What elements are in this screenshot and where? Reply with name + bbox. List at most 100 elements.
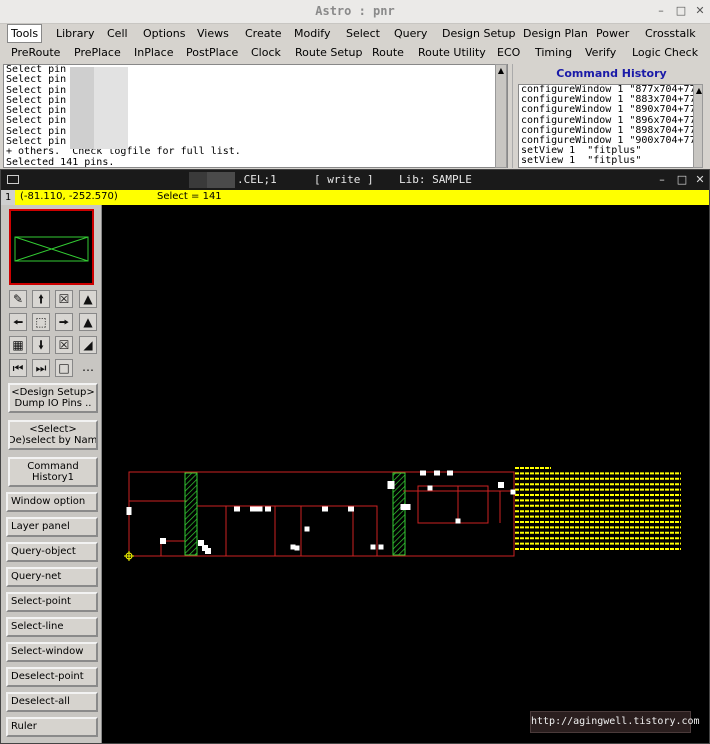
deselect-all-button[interactable]: Deselect-all <box>6 692 98 712</box>
watermark-url: http://agingwell.tistory.com <box>530 711 700 733</box>
window-menu-icon[interactable] <box>7 175 19 184</box>
menu-clock[interactable]: Clock <box>251 43 281 62</box>
pin-marker <box>322 506 328 512</box>
menu-eco[interactable]: ECO <box>497 43 520 62</box>
button-line: (De)select by Name <box>8 435 98 446</box>
select-by-name-button[interactable]: <Select> (De)select by Name <box>8 420 98 450</box>
window-title: Astro : pnr <box>315 4 395 18</box>
design-setup-dump-io-button[interactable]: <Design Setup> Dump IO Pins .. <box>8 383 98 413</box>
arrow-left-icon[interactable]: 🠘 <box>9 313 27 331</box>
zoom-fit-icon[interactable]: ☒ <box>55 290 73 308</box>
minimize-icon[interactable]: – <box>654 4 668 18</box>
select-point-button[interactable]: Select-point <box>6 592 98 612</box>
menu-route-setup[interactable]: Route Setup <box>295 43 362 62</box>
pin-marker <box>198 540 204 546</box>
pin-marker <box>250 506 256 512</box>
menu-modify[interactable]: Modify <box>294 24 330 43</box>
library-name: Lib: SAMPLE <box>399 173 472 186</box>
log-scrollbar[interactable]: ▲ <box>495 64 507 168</box>
slope-icon[interactable]: ◢ <box>79 336 97 354</box>
command-history-title: Command History <box>556 67 667 80</box>
pin-marker <box>234 506 240 512</box>
pin-marker <box>304 526 310 532</box>
pin-marker <box>290 544 296 550</box>
redacted-area <box>94 67 128 149</box>
zoom-area-icon[interactable]: ▦ <box>9 336 27 354</box>
pin-marker <box>348 506 354 512</box>
menu-design-plan[interactable]: Design Plan <box>523 24 588 43</box>
select-window-button[interactable]: Select-window <box>6 642 98 662</box>
pin-marker <box>498 482 504 488</box>
ruler-button[interactable]: Ruler <box>6 717 98 737</box>
menu-views[interactable]: Views <box>197 24 229 43</box>
history-scrollbar[interactable]: ▲ <box>693 84 703 168</box>
overview-minimap[interactable] <box>9 209 94 285</box>
pin-marker <box>160 538 166 544</box>
minimize-icon[interactable]: – <box>655 173 669 187</box>
menu-crosstalk[interactable]: Crosstalk <box>645 24 696 43</box>
command-history-button[interactable]: Command History1 <box>8 457 98 487</box>
history-line[interactable]: setView 1 "fitplus" <box>519 156 702 166</box>
select-box-icon[interactable]: ⬚ <box>32 313 50 331</box>
window-number: 1 <box>1 190 15 205</box>
maximize-icon[interactable]: □ <box>675 173 689 187</box>
arrow-down-icon[interactable]: 🠛 <box>32 336 50 354</box>
tool-panel: ✎ 🠙 ☒ ▲ 🠘 ⬚ 🠚 ▲ ▦ 🠛 ☒ ◢ ⏮ ⏭ □ … <Design … <box>1 205 102 743</box>
menu-library[interactable]: Library <box>56 24 94 43</box>
menu-preplace[interactable]: PrePlace <box>74 43 121 62</box>
menu-options[interactable]: Options <box>143 24 185 43</box>
menu-design-setup[interactable]: Design Setup <box>442 24 516 43</box>
menu-cell[interactable]: Cell <box>107 24 128 43</box>
zoom-in-icon[interactable]: ▲ <box>79 290 97 308</box>
window-option-button[interactable]: Window option <box>6 492 98 512</box>
menu-route[interactable]: Route <box>372 43 404 62</box>
pin-marker <box>370 544 376 550</box>
edit-icon[interactable]: ✎ <box>9 290 27 308</box>
layout-canvas[interactable]: http://agingwell.tistory.com <box>103 205 709 743</box>
pin-marker <box>378 544 384 550</box>
minimap-drawing <box>14 236 89 262</box>
pin-marker <box>126 507 132 515</box>
selection-count: Select = 141 <box>157 191 222 202</box>
maximize-icon[interactable]: □ <box>674 4 688 18</box>
menu-tools[interactable]: Tools <box>7 24 43 43</box>
rewind-icon[interactable]: ⏮ <box>9 359 27 377</box>
pin-marker <box>420 470 426 476</box>
layers-icon[interactable]: ▲ <box>79 313 97 331</box>
menu-preroute[interactable]: PreRoute <box>11 43 60 62</box>
close-icon[interactable]: ✕ <box>693 4 707 18</box>
scroll-up-icon[interactable]: ▲ <box>497 67 505 75</box>
select-line-button[interactable]: Select-line <box>6 617 98 637</box>
scroll-up-icon[interactable]: ▲ <box>695 87 703 95</box>
button-line: Dump IO Pins .. <box>14 398 92 409</box>
button-line: <Select> <box>29 424 77 435</box>
fast-forward-icon[interactable]: ⏭ <box>32 359 50 377</box>
close-icon[interactable]: ✕ <box>693 173 707 187</box>
command-history-list[interactable]: configureWindow 1 "877x704+776 configure… <box>518 84 703 168</box>
menu-query[interactable]: Query <box>394 24 427 43</box>
query-object-button[interactable]: Query-object <box>6 542 98 562</box>
window-icon[interactable]: □ <box>55 359 73 377</box>
menu-create[interactable]: Create <box>245 24 282 43</box>
menu-route-utility[interactable]: Route Utility <box>418 43 486 62</box>
menu-inplace[interactable]: InPlace <box>134 43 173 62</box>
menu-postplace[interactable]: PostPlace <box>186 43 238 62</box>
arrow-up-icon[interactable]: 🠙 <box>32 290 50 308</box>
cross-box-icon[interactable]: ☒ <box>55 336 73 354</box>
pin-marker <box>455 518 461 524</box>
button-line: <Design Setup> <box>11 387 95 398</box>
query-net-button[interactable]: Query-net <box>6 567 98 587</box>
more-icon[interactable]: … <box>79 359 97 377</box>
menu-timing[interactable]: Timing <box>535 43 572 62</box>
pin-marker <box>265 506 271 512</box>
arrow-right-icon[interactable]: 🠚 <box>55 313 73 331</box>
menu-power[interactable]: Power <box>596 24 629 43</box>
pin-marker <box>447 470 453 476</box>
layer-panel-button[interactable]: Layer panel <box>6 517 98 537</box>
menu-select[interactable]: Select <box>346 24 380 43</box>
deselect-point-button[interactable]: Deselect-point <box>6 667 98 687</box>
log-output[interactable]: Select pin Select pin Select pin Select … <box>3 64 508 168</box>
menu-logic-check[interactable]: Logic Check <box>632 43 698 62</box>
layout-window-titlebar: .CEL;1 [ write ] Lib: SAMPLE – □ ✕ <box>1 170 709 190</box>
menu-verify[interactable]: Verify <box>585 43 616 62</box>
